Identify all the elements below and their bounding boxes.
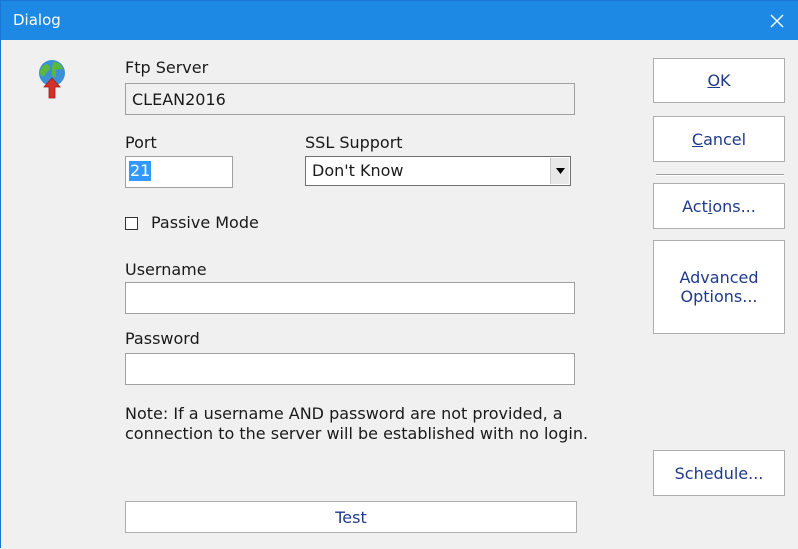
ssl-support-select[interactable]: Don't Know [305,156,571,186]
actions-button[interactable]: Actions... [653,183,785,229]
schedule-button[interactable]: Schedule... [653,450,785,496]
ok-accel: O [707,71,721,90]
ftp-server-field[interactable] [125,83,575,115]
port-value: 21 [129,161,152,181]
advanced-options-line1: Advanced [679,268,759,287]
port-label: Port [125,133,157,152]
close-button[interactable] [755,1,798,40]
ok-button[interactable]: OK [653,58,785,103]
dropdown-button[interactable] [550,158,569,184]
login-note: Note: If a username AND password are not… [125,404,589,443]
password-field[interactable] [125,353,575,385]
window-title: Dialog [13,11,61,29]
ssl-support-value: Don't Know [312,161,404,180]
password-label: Password [125,329,200,348]
dialog-content: Ftp Server Port 21 SSL Support Don't Kno… [1,40,798,549]
advanced-options-button[interactable]: Advanced Options... [653,240,785,334]
button-separator [656,174,784,176]
port-field[interactable]: 21 [125,156,233,188]
actions-rest: ons... [712,196,756,216]
cancel-accel: C [691,129,704,149]
cancel-button[interactable]: Cancel [653,116,785,162]
passive-mode-checkbox[interactable] [125,217,138,230]
globe-upload-icon [39,60,65,99]
actions-pre: Act [682,196,708,216]
title-bar: Dialog [1,1,798,40]
chevron-down-icon [555,168,565,174]
passive-mode-label[interactable]: Passive Mode [151,213,259,232]
close-icon [770,14,784,27]
ssl-support-label: SSL Support [305,133,403,152]
username-label: Username [125,260,207,279]
dialog-window: Dialog Ftp Server Port 21 SSL Support Do… [0,0,798,549]
test-button[interactable]: Test [125,501,577,533]
ftp-server-label: Ftp Server [125,58,209,77]
ok-rest: K [720,71,731,90]
username-field[interactable] [125,282,575,314]
advanced-options-line2: Options... [680,287,758,306]
cancel-rest: ancel [703,129,747,149]
